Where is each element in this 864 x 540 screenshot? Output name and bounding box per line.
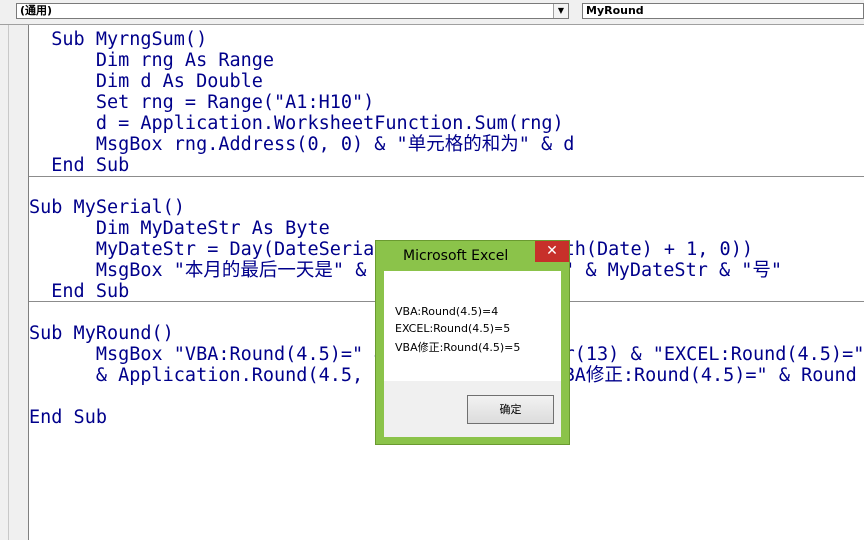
code-line[interactable]: MsgBox rng.Address(0, 0) & "单元格的和为" & d — [29, 134, 575, 155]
procedure-dropdown-value: MyRound — [586, 4, 644, 17]
code-line[interactable]: Sub MyrngSum() — [29, 29, 207, 50]
message-box: Microsoft Excel ✕ VBA:Round(4.5)=4 EXCEL… — [375, 240, 570, 445]
dialog-body: VBA:Round(4.5)=4 EXCEL:Round(4.5)=5 VBA修… — [384, 271, 561, 437]
procedure-dropdown[interactable]: MyRound — [582, 3, 864, 19]
dialog-message-line: VBA:Round(4.5)=4 — [395, 305, 499, 318]
margin-indicator-bar[interactable] — [9, 25, 29, 540]
code-line[interactable]: Dim d As Double — [29, 71, 263, 92]
procedure-separator — [29, 176, 864, 177]
code-line[interactable]: Set rng = Range("A1:H10") — [29, 92, 374, 113]
code-line[interactable]: Sub MySerial() — [29, 197, 185, 218]
object-dropdown-value: (通用) — [20, 4, 53, 17]
code-line[interactable]: End Sub — [29, 281, 129, 302]
code-line[interactable]: Dim MyDateStr As Byte — [29, 218, 330, 239]
close-icon[interactable]: ✕ — [535, 241, 569, 262]
ok-button[interactable]: 确定 — [467, 395, 554, 424]
dialog-title: Microsoft Excel — [403, 248, 509, 264]
code-line[interactable]: End Sub — [29, 155, 129, 176]
code-line[interactable]: Sub MyRound() — [29, 323, 174, 344]
code-line[interactable]: d = Application.WorksheetFunction.Sum(rn… — [29, 113, 564, 134]
object-dropdown[interactable]: (通用) ▼ — [16, 3, 569, 19]
dialog-message-line: EXCEL:Round(4.5)=5 — [395, 322, 511, 335]
code-line[interactable]: Dim rng As Range — [29, 50, 274, 71]
chevron-down-icon[interactable]: ▼ — [553, 4, 568, 18]
dialog-message-area: VBA:Round(4.5)=4 EXCEL:Round(4.5)=5 VBA修… — [384, 271, 561, 381]
dialog-message-line: VBA修正:Round(4.5)=5 — [395, 341, 521, 354]
split-bar[interactable] — [0, 25, 9, 540]
procedure-combo-bar: (通用) ▼ MyRound — [0, 0, 864, 25]
code-line[interactable]: End Sub — [29, 407, 107, 428]
